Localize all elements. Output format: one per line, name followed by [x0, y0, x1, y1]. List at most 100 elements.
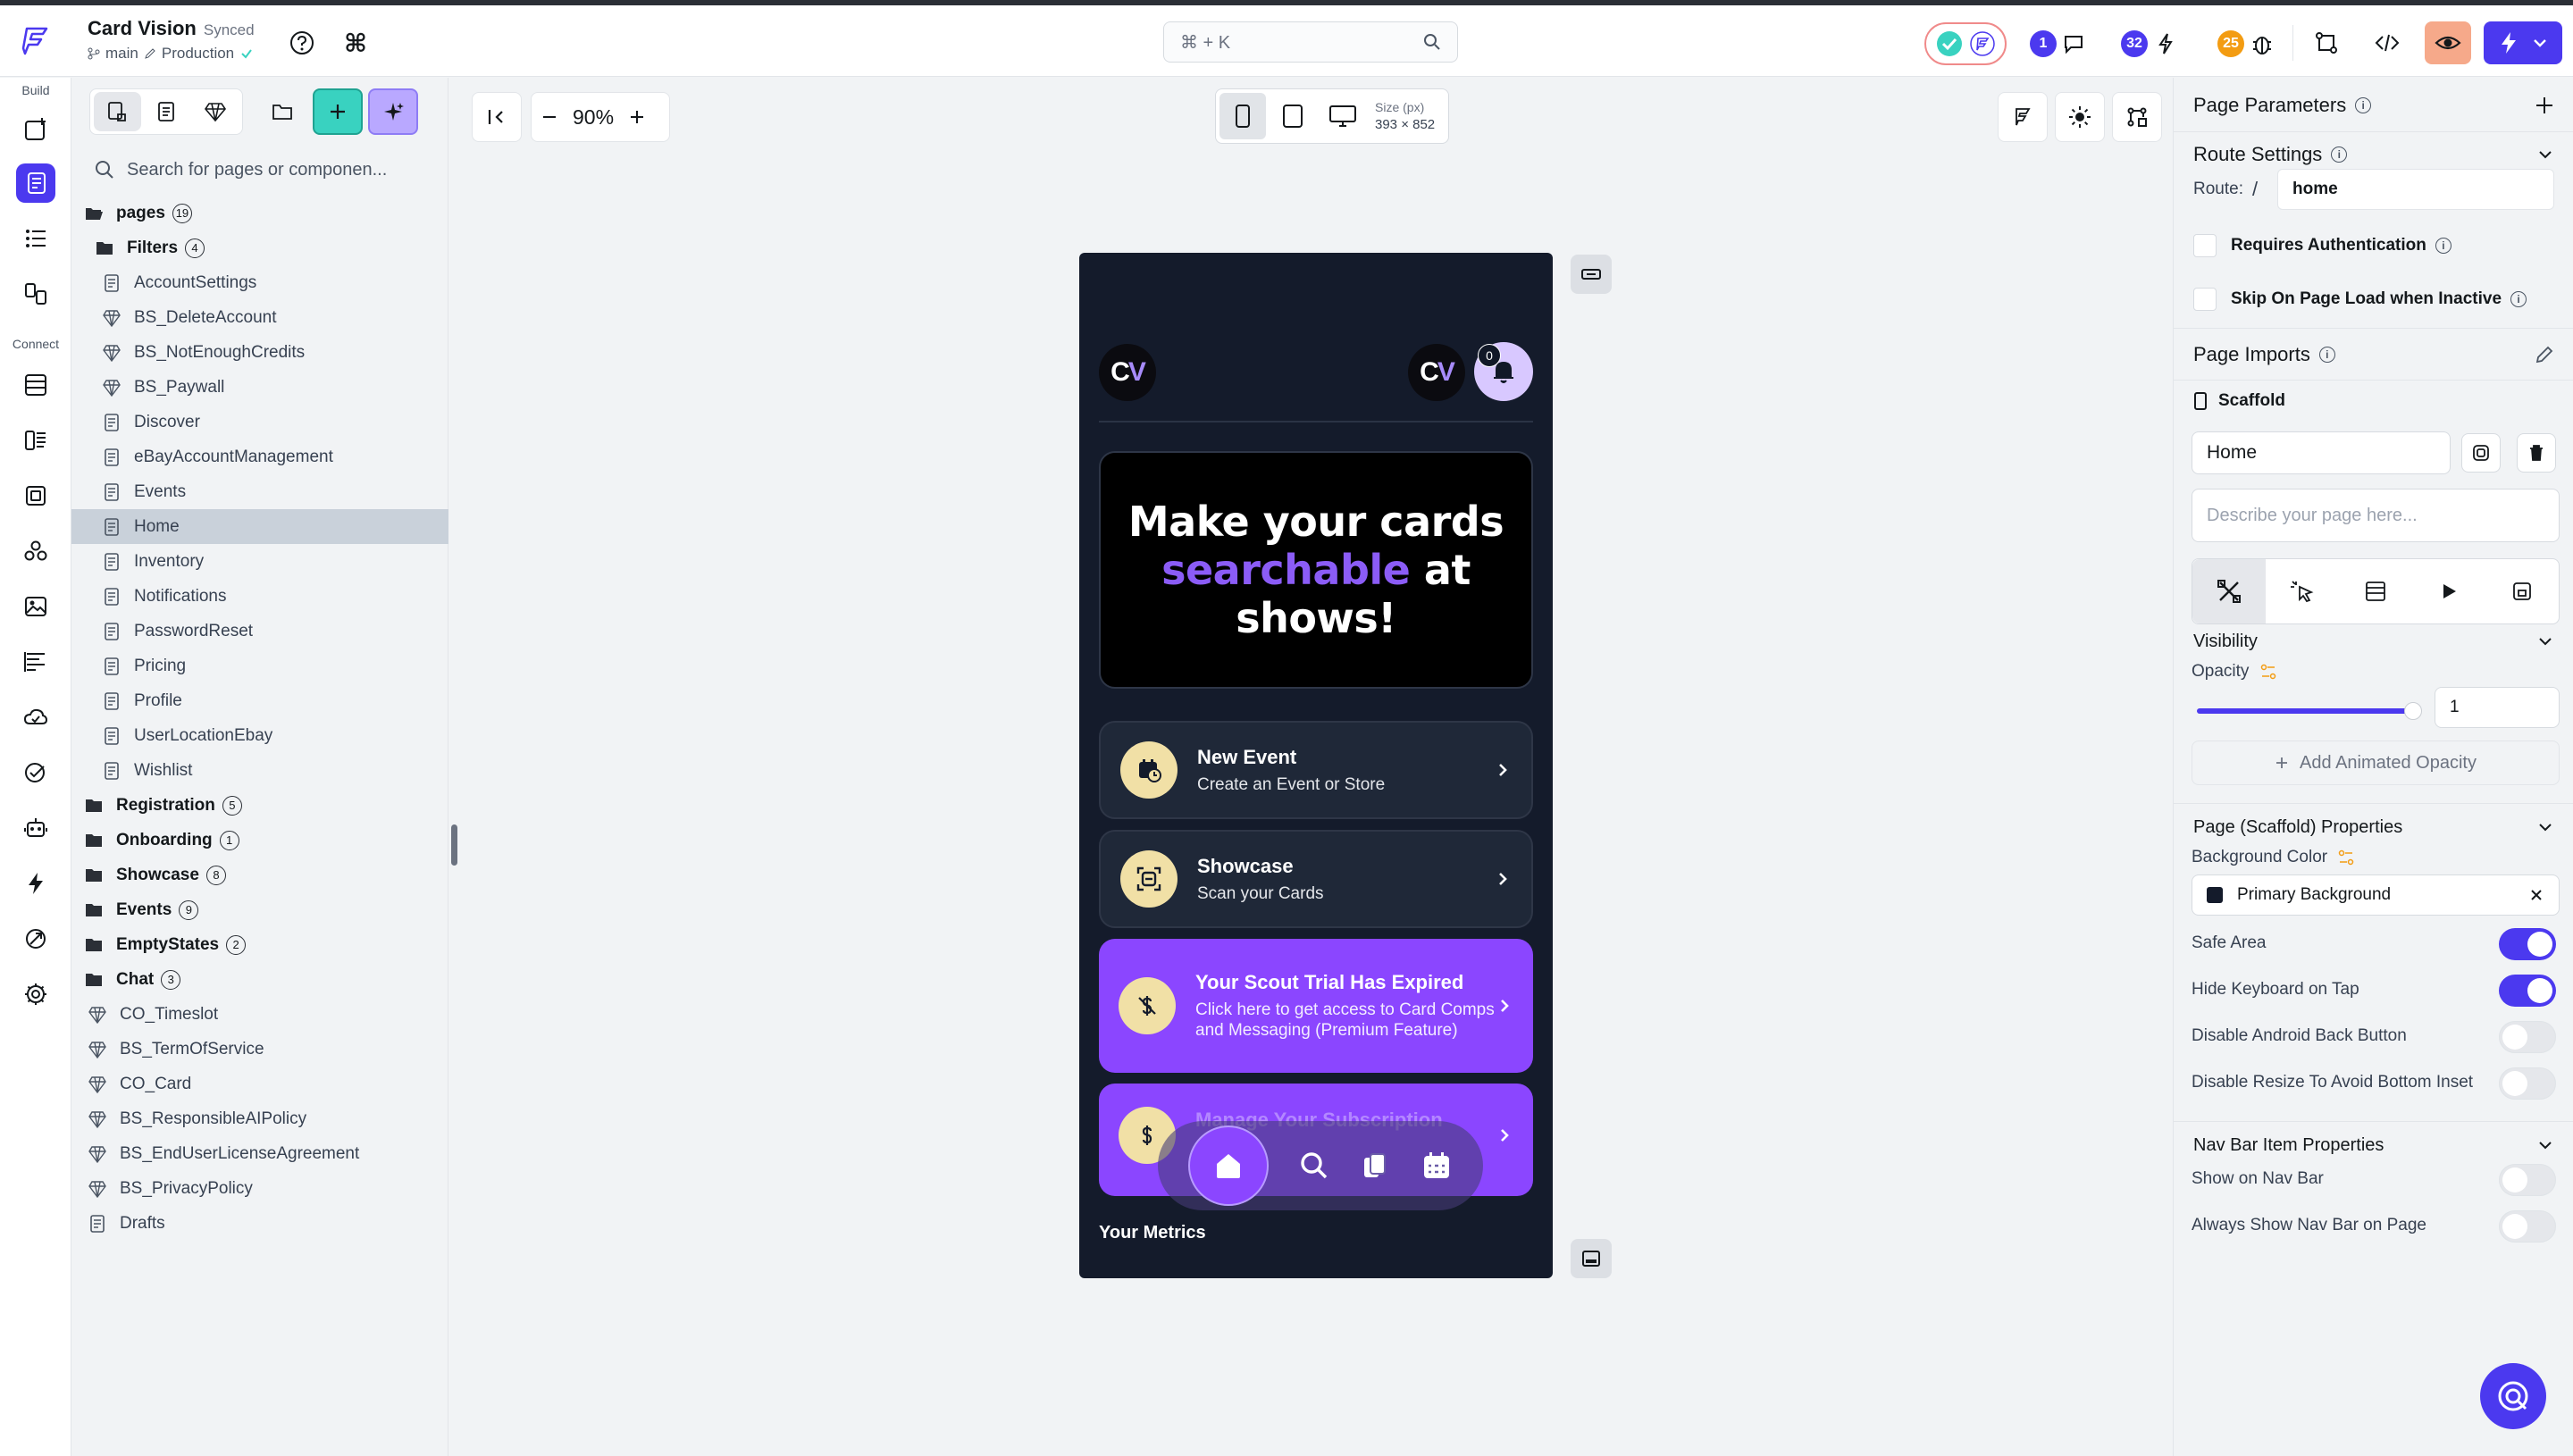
safe-area-toggle[interactable]	[2499, 928, 2556, 960]
close-icon[interactable]	[2528, 887, 2544, 903]
tree-item[interactable]: Discover	[71, 405, 448, 439]
tree-folder[interactable]: Chat 3	[71, 962, 448, 997]
app-logo[interactable]: CV	[1099, 344, 1156, 401]
build-status-pill[interactable]	[1924, 22, 2007, 65]
skip-on-load-checkbox[interactable]	[2193, 288, 2217, 311]
nav-home[interactable]	[1188, 1125, 1270, 1206]
tree-item[interactable]: BS_TermOfService	[71, 1032, 448, 1067]
info-icon[interactable]: i	[2435, 238, 2451, 254]
phone-preview[interactable]: CV CV 0 Make your cards searchable at sh…	[1079, 253, 1553, 1278]
cloud-functions-button[interactable]	[16, 698, 55, 737]
deploy-button[interactable]: 32	[2121, 25, 2178, 63]
branch-indicator[interactable]: main Production	[88, 45, 254, 63]
tree-item[interactable]: PasswordReset	[71, 614, 448, 649]
run-button[interactable]	[2484, 21, 2562, 64]
disable-android-back-toggle[interactable]	[2499, 1021, 2556, 1053]
light-mode-button[interactable]	[2055, 92, 2105, 142]
tab-properties[interactable]	[2192, 559, 2266, 623]
tree-item[interactable]: AccountSettings	[71, 265, 448, 300]
tree-item[interactable]: Inventory	[71, 544, 448, 579]
plus-icon[interactable]	[2535, 96, 2554, 115]
delete-page-button[interactable]	[2517, 433, 2556, 473]
tree-folder-pages[interactable]: pages 19	[71, 196, 448, 230]
tree-folder[interactable]: Onboarding 1	[71, 823, 448, 858]
zoom-level[interactable]: 90%	[573, 105, 614, 130]
widget-handle-top[interactable]	[1571, 255, 1612, 294]
git-button[interactable]	[2309, 25, 2344, 61]
device-mobile[interactable]	[1219, 93, 1266, 139]
tree-item[interactable]: Notifications	[71, 579, 448, 614]
tree-item[interactable]: Pricing	[71, 649, 448, 683]
components-button[interactable]	[16, 531, 55, 571]
tab-animations[interactable]	[2412, 559, 2485, 623]
always-show-nav-toggle[interactable]	[2499, 1210, 2556, 1243]
page-parameters-section[interactable]: Page Parameters i	[2174, 83, 2573, 128]
tree-item[interactable]: CO_Card	[71, 1067, 448, 1101]
tests-button[interactable]	[16, 753, 55, 792]
tree-item[interactable]: BS_DeleteAccount	[71, 300, 448, 335]
comments-button[interactable]: 1	[2030, 25, 2087, 63]
canvas-size[interactable]: Size (px) 393 × 852	[1375, 98, 1435, 134]
theme-button[interactable]	[16, 642, 55, 682]
agents-button[interactable]	[16, 808, 55, 848]
ai-generate-button[interactable]	[368, 88, 418, 135]
tree-item[interactable]: eBayAccountManagement	[71, 439, 448, 474]
code-button[interactable]	[2369, 25, 2405, 61]
disable-resize-toggle[interactable]	[2499, 1067, 2556, 1100]
info-icon[interactable]: i	[2355, 97, 2372, 113]
settings-button[interactable]	[16, 975, 55, 1014]
info-icon[interactable]: i	[2510, 291, 2527, 307]
widget-tree-button[interactable]	[16, 219, 55, 258]
help-button[interactable]	[284, 25, 320, 61]
page-selector-button[interactable]	[16, 163, 55, 203]
info-icon[interactable]: i	[2331, 146, 2348, 163]
preview-button[interactable]	[2425, 21, 2471, 64]
trial-expired-card[interactable]: Your Scout Trial Has Expired Click here …	[1099, 939, 1533, 1073]
nav-calendar[interactable]	[1421, 1150, 1453, 1182]
storyboard-button[interactable]	[16, 274, 55, 314]
tab-actions[interactable]	[2266, 559, 2339, 623]
tab-backend-query[interactable]	[2339, 559, 2412, 623]
tree-folder[interactable]: Events 9	[71, 892, 448, 927]
page-name-input[interactable]: Home	[2192, 431, 2451, 474]
firestore-button[interactable]	[16, 365, 55, 405]
device-desktop[interactable]	[1320, 93, 1366, 139]
help-chat-button[interactable]	[2480, 1363, 2546, 1429]
tree-item[interactable]: Events	[71, 474, 448, 509]
pages-tab[interactable]	[143, 92, 190, 131]
app-state-button[interactable]	[16, 476, 55, 515]
requires-auth-row[interactable]: Requires Authentication i	[2174, 226, 2573, 265]
opacity-input[interactable]: 1	[2435, 687, 2560, 728]
theme-settings-button[interactable]	[1998, 92, 2048, 142]
pages-components-tab[interactable]	[94, 92, 141, 131]
info-icon[interactable]: i	[2318, 347, 2335, 363]
bg-color-picker[interactable]: Primary Background	[2192, 874, 2560, 916]
schema-button[interactable]	[16, 421, 55, 460]
tree-item[interactable]: Home	[71, 509, 448, 544]
chevron-down-icon[interactable]	[2536, 818, 2554, 836]
zoom-out-icon[interactable]	[541, 108, 558, 126]
shortcuts-button[interactable]: ⌘	[338, 25, 373, 61]
nav-search[interactable]	[1298, 1150, 1330, 1182]
media-assets-button[interactable]	[16, 587, 55, 626]
chevron-down-icon[interactable]	[2536, 1136, 2554, 1154]
chevron-down-icon[interactable]	[2536, 146, 2554, 163]
tree-item[interactable]: Profile	[71, 683, 448, 718]
tree-item[interactable]: BS_NotEnoughCredits	[71, 335, 448, 370]
tree-item[interactable]: BS_EndUserLicenseAgreement	[71, 1136, 448, 1171]
duplicate-page-button[interactable]	[2461, 433, 2501, 473]
requires-auth-checkbox[interactable]	[2193, 234, 2217, 257]
tree-folder[interactable]: Registration 5	[71, 788, 448, 823]
showcase-card[interactable]: Showcase Scan your Cards	[1099, 830, 1533, 928]
page-imports-section[interactable]: Page Imports i	[2174, 331, 2573, 378]
tree-item[interactable]: CO_Timeslot	[71, 997, 448, 1032]
opacity-slider-handle[interactable]	[2404, 702, 2422, 720]
command-palette-search[interactable]: ⌘ + K	[1163, 21, 1458, 63]
tree-folder-filters[interactable]: Filters 4	[71, 230, 448, 265]
widget-palette-button[interactable]	[16, 110, 55, 149]
widget-handle-bottom[interactable]	[1571, 1239, 1612, 1278]
chevron-down-icon[interactable]	[2536, 632, 2554, 650]
nav-cards[interactable]	[1359, 1150, 1391, 1182]
tree-item[interactable]: Drafts	[71, 1206, 448, 1241]
add-page-button[interactable]	[313, 88, 363, 135]
